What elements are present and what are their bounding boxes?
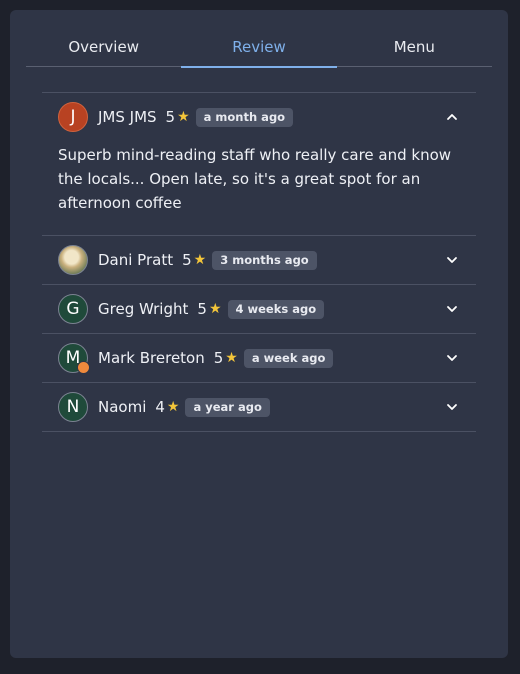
tab-bar: Overview Review Menu xyxy=(26,32,492,68)
review-item: N Naomi 4 ★ a year ago xyxy=(42,382,476,432)
reviewer-name: JMS JMS xyxy=(98,108,157,126)
review-text: Superb mind-reading staff who really car… xyxy=(58,146,452,212)
avatar: N xyxy=(58,392,88,422)
review-item: G Greg Wright 5 ★ 4 weeks ago xyxy=(42,284,476,333)
rating: 5 ★ xyxy=(197,300,221,318)
rating: 5 ★ xyxy=(166,108,190,126)
star-icon: ★ xyxy=(166,399,180,415)
avatar-initial: J xyxy=(70,107,76,127)
rating-value: 5 xyxy=(197,300,207,318)
star-icon: ★ xyxy=(208,301,222,317)
chevron-down-icon[interactable] xyxy=(446,254,458,266)
star-icon: ★ xyxy=(225,350,238,366)
chevron-down-icon[interactable] xyxy=(446,303,458,315)
rating-value: 5 xyxy=(165,108,176,126)
review-item: Dani Pratt 5 ★ 3 months ago xyxy=(42,235,476,284)
star-icon: ★ xyxy=(177,109,190,125)
rating: 5 ★ xyxy=(214,349,238,367)
avatar: M xyxy=(58,343,90,374)
reviewer-name: Greg Wright xyxy=(98,300,189,318)
avatar xyxy=(58,245,88,275)
rating: 5 ★ xyxy=(182,251,206,269)
time-badge: a year ago xyxy=(185,397,270,417)
time-badge: a month ago xyxy=(195,107,294,127)
chevron-up-icon[interactable] xyxy=(446,111,458,123)
review-header[interactable]: G Greg Wright 5 ★ 4 weeks ago xyxy=(42,285,476,333)
review-item: M Mark Brereton 5 ★ a week ago xyxy=(42,333,476,382)
review-header[interactable]: N Naomi 4 ★ a year ago xyxy=(42,383,476,431)
rating-value: 5 xyxy=(213,349,224,367)
review-header[interactable]: Dani Pratt 5 ★ 3 months ago xyxy=(42,236,476,284)
time-badge: a week ago xyxy=(243,348,334,368)
reviewer-name: Dani Pratt xyxy=(98,251,174,269)
local-guide-badge-icon xyxy=(77,361,90,374)
avatar-initial: G xyxy=(66,299,80,319)
review-header[interactable]: M Mark Brereton 5 ★ a week ago xyxy=(42,334,476,382)
time-badge: 4 weeks ago xyxy=(227,299,325,319)
reviewer-name: Naomi xyxy=(98,398,147,416)
review-list: J JMS JMS 5 ★ a month ago Superb mind-re… xyxy=(42,92,476,432)
avatar-initial: N xyxy=(66,397,80,417)
chevron-down-icon[interactable] xyxy=(446,401,458,413)
tab-review[interactable]: Review xyxy=(181,32,337,68)
chevron-down-icon[interactable] xyxy=(446,352,458,364)
reviewer-name: Mark Brereton xyxy=(98,349,205,367)
rating-value: 5 xyxy=(182,251,192,269)
tab-menu[interactable]: Menu xyxy=(337,32,492,66)
review-item: J JMS JMS 5 ★ a month ago Superb mind-re… xyxy=(42,92,476,235)
review-header[interactable]: J JMS JMS 5 ★ a month ago xyxy=(42,93,476,141)
rating: 4 ★ xyxy=(155,398,179,416)
rating-value: 4 xyxy=(155,398,165,416)
reviews-panel: Overview Review Menu J JMS JMS 5 ★ a mon… xyxy=(10,10,508,658)
time-badge: 3 months ago xyxy=(212,250,317,270)
tab-overview[interactable]: Overview xyxy=(26,32,181,66)
avatar: J xyxy=(58,102,88,132)
star-icon: ★ xyxy=(193,252,207,268)
avatar: G xyxy=(58,294,88,324)
